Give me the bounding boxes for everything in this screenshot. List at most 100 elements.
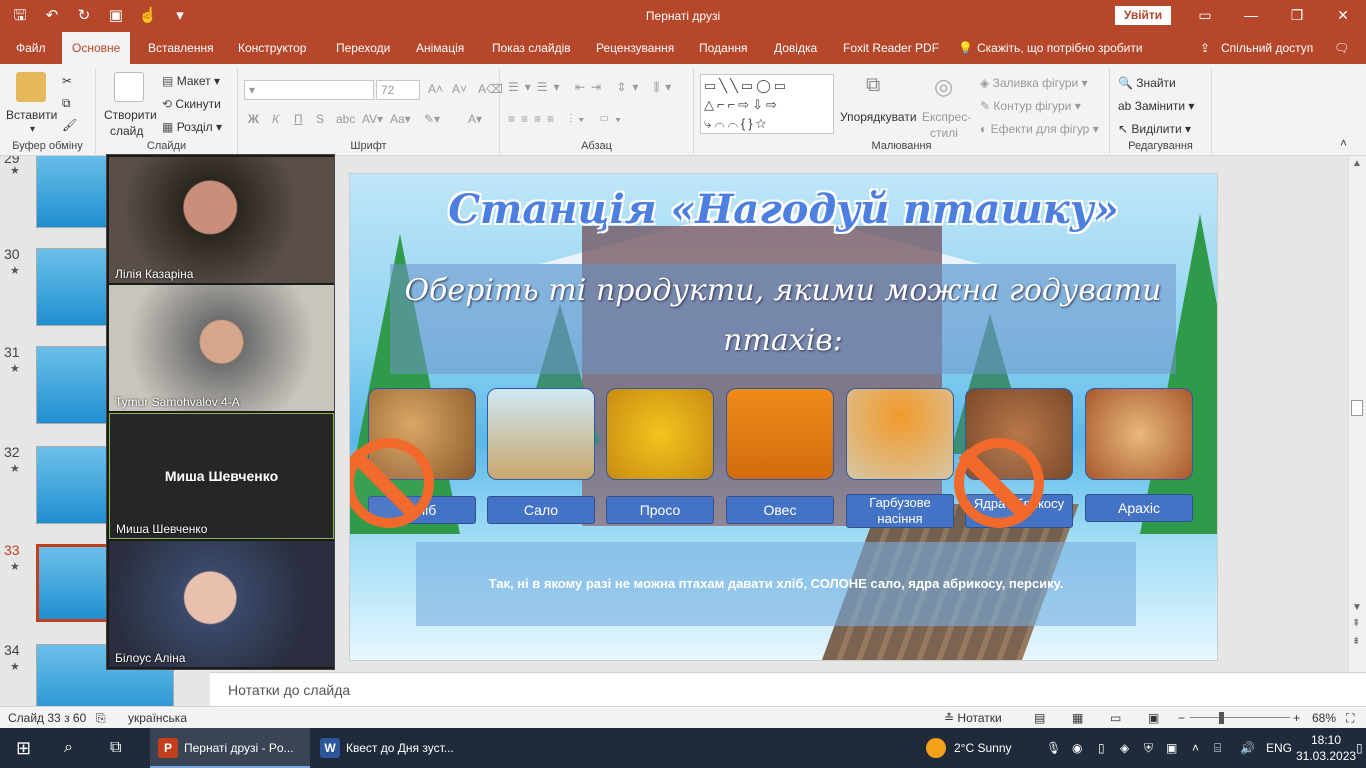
app-tray-icon[interactable]: ◈ (1120, 728, 1129, 768)
select-button[interactable]: ↖ Виділити ▾ (1118, 122, 1191, 136)
task-view-icon[interactable]: ⧉ (110, 728, 121, 768)
security-icon[interactable]: ⛨ (1144, 728, 1153, 768)
paste-dropdown-icon[interactable]: ▾ (30, 124, 35, 135)
tab-review[interactable]: Рецензування (596, 32, 674, 64)
tab-design[interactable]: Конструктор (238, 32, 306, 64)
collapse-ribbon-icon[interactable]: ˄ (1340, 136, 1347, 150)
pumpkin-seeds-image[interactable] (846, 388, 954, 480)
shape-effects-button[interactable]: ◐ Ефекти для фігур ▾ (980, 122, 1099, 136)
normal-view-icon[interactable]: ▤ (1034, 711, 1045, 725)
slideshow-view-icon[interactable]: ▣ (1148, 711, 1159, 725)
language-indicator[interactable]: українська (128, 711, 187, 725)
tell-me-search[interactable]: Скажіть, що потрібно зробити (977, 32, 1143, 64)
scroll-up-icon[interactable]: ▲ (1352, 158, 1362, 169)
notes-toggle[interactable]: ≛ Нотатки (944, 711, 1002, 725)
italic-button[interactable]: К (272, 112, 279, 126)
volume-icon[interactable]: 🔊 (1240, 728, 1255, 768)
copy-icon[interactable]: ⧉ (62, 96, 71, 111)
tray-up-icon[interactable]: ˄ (1192, 728, 1199, 768)
scroll-thumb[interactable] (1351, 400, 1363, 416)
prev-slide-icon[interactable]: ⇞ (1352, 618, 1360, 629)
millet-image[interactable] (606, 388, 714, 480)
paste-button[interactable]: Вставити (6, 108, 57, 122)
find-button[interactable]: 🔍 Знайти (1118, 76, 1176, 90)
tab-home[interactable]: Основне (62, 32, 131, 64)
shape-fill-button[interactable]: ◈ Заливка фігури ▾ (980, 76, 1088, 90)
cut-icon[interactable]: ✂ (62, 74, 72, 88)
zoom-in-icon[interactable]: + (1293, 711, 1300, 725)
reset-button[interactable]: ⟲ Скинути (162, 97, 221, 111)
close-icon[interactable]: ✕ (1320, 0, 1366, 32)
network-icon[interactable]: ⌸ (1214, 728, 1221, 768)
ribbon-display-icon[interactable]: ▭ (1182, 0, 1228, 32)
notes-placeholder[interactable]: Нотатки до слайда (228, 682, 350, 698)
bold-button[interactable]: Ж (248, 112, 259, 126)
slide-sorter-icon[interactable]: ▦ (1072, 711, 1083, 725)
food-label-pumpkin-seeds[interactable]: Гарбузове насіння (846, 494, 954, 528)
font-color-icon[interactable]: A▾ (468, 112, 482, 126)
tab-animations[interactable]: Анімація (416, 32, 464, 64)
highlight-icon[interactable]: ✎▾ (424, 112, 440, 126)
video-tile[interactable]: Tymur Samohvalov 4-А (109, 285, 334, 411)
prohibited-icon[interactable] (954, 438, 1044, 528)
new-slide-button-2[interactable]: слайд (110, 124, 143, 138)
question-textbox[interactable]: Оберіть ті продукти, якими можна годуват… (390, 264, 1176, 374)
tab-transitions[interactable]: Переходи (336, 32, 390, 64)
input-language[interactable]: ENG (1266, 728, 1292, 768)
strikethrough-icon[interactable]: abc (336, 112, 355, 126)
quick-styles-button-2[interactable]: стилі (930, 126, 958, 140)
comments-icon[interactable]: 🗨 (1334, 32, 1349, 64)
signin-button[interactable]: Увійти (1115, 6, 1171, 25)
notes-pane[interactable]: Нотатки до слайда (210, 672, 1366, 706)
tab-foxit[interactable]: Foxit Reader PDF (843, 32, 939, 64)
zoom-slider-thumb[interactable] (1219, 712, 1224, 724)
paste-icon[interactable] (16, 72, 46, 102)
slide-canvas[interactable]: Станція «Нагодуй пташку» Оберіть ті прод… (349, 173, 1218, 661)
slide-title[interactable]: Станція «Нагодуй пташку» (350, 186, 1217, 233)
new-slide-button[interactable]: Створити (104, 108, 157, 122)
next-slide-icon[interactable]: ⇟ (1352, 636, 1360, 647)
reading-view-icon[interactable]: ▭ (1110, 711, 1121, 725)
food-label-oats[interactable]: Овес (726, 496, 834, 524)
tab-insert[interactable]: Вставлення (148, 32, 214, 64)
taskbar-app-powerpoint[interactable]: P Пернаті друзі - Po... (150, 728, 310, 768)
scroll-down-icon[interactable]: ▼ (1352, 602, 1362, 613)
section-button[interactable]: ▦ Розділ ▾ (162, 120, 222, 134)
spellcheck-icon[interactable]: ⎘ (96, 711, 106, 726)
tab-help[interactable]: Довідка (774, 32, 817, 64)
windows-start-icon[interactable]: ⊞ (16, 728, 31, 768)
layout-button[interactable]: ▤ Макет ▾ (162, 74, 220, 88)
char-spacing-icon[interactable]: AV▾ (362, 112, 383, 126)
share-button[interactable]: Спільний доступ (1221, 32, 1313, 64)
tab-view[interactable]: Подання (699, 32, 747, 64)
font-size-combo[interactable]: 72 (376, 80, 420, 100)
zoom-level[interactable]: 68% (1312, 711, 1336, 725)
arrange-icon[interactable]: ⧉ (866, 74, 880, 97)
format-painter-icon[interactable]: 🖌 (62, 118, 77, 132)
answer-textbox[interactable]: Так, ні в якому разі не можна птахам дав… (416, 542, 1136, 626)
microphone-icon[interactable]: 🎙 (1046, 728, 1061, 768)
tab-slideshow[interactable]: Показ слайдів (492, 32, 571, 64)
replace-button[interactable]: ab Замінити ▾ (1118, 99, 1194, 113)
align-buttons-icon[interactable]: ≡≡≡≡ ⫶▾ ▭▾ (508, 112, 627, 127)
shadow-button[interactable]: S (316, 112, 324, 126)
zoom-app-icon[interactable]: ◉ (1072, 728, 1082, 768)
weather-text[interactable]: 2°C Sunny (954, 728, 1012, 768)
clock-time[interactable]: 18:10 (1300, 732, 1352, 748)
salo-image[interactable] (487, 388, 595, 480)
food-label-salo[interactable]: Сало (487, 496, 595, 524)
increase-font-icon[interactable]: A˄ (428, 82, 443, 96)
zoom-slider[interactable] (1190, 717, 1290, 718)
battery-icon[interactable]: ▯ (1098, 728, 1105, 768)
restore-icon[interactable]: ❐ (1274, 0, 1320, 32)
change-case-icon[interactable]: Aa▾ (390, 112, 411, 126)
shape-outline-button[interactable]: ✎ Контур фігури ▾ (980, 99, 1081, 113)
food-label-peanuts[interactable]: Арахіс (1085, 494, 1193, 522)
shapes-gallery[interactable]: ▭╲╲▭◯▭ △⌐⌐⇨⇩⇨ ⤷⌒⌒{}☆ (700, 74, 834, 134)
quick-styles-icon[interactable]: ◎ (934, 74, 953, 100)
arrange-button[interactable]: Упорядкувати (840, 110, 917, 124)
decrease-font-icon[interactable]: A˅ (452, 82, 467, 96)
tray-icon[interactable]: ▣ (1166, 728, 1177, 768)
food-label-millet[interactable]: Просо (606, 496, 714, 524)
video-tile[interactable]: Лілія Казаріна (109, 157, 334, 283)
